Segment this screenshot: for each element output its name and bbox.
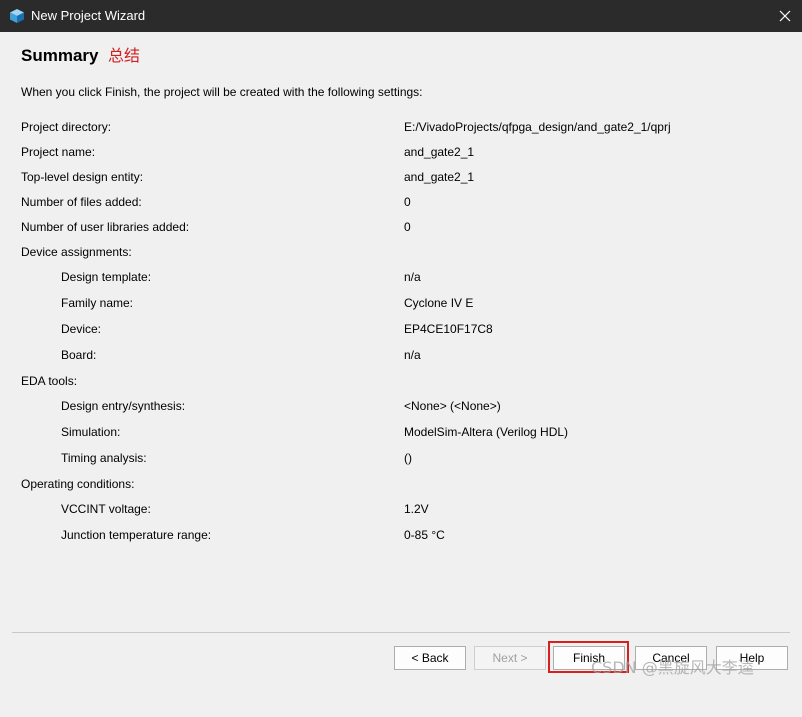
setting-section-eda-tools: EDA tools: (0, 372, 780, 390)
setting-value: n/a (404, 270, 421, 284)
setting-value: () (404, 451, 412, 465)
setting-row-project-directory: Project directory: E:/VivadoProjects/qfp… (0, 118, 780, 136)
setting-value: and_gate2_1 (404, 170, 475, 184)
intro-text: When you click Finish, the project will … (21, 85, 423, 99)
setting-row-board: Board: n/a (0, 346, 780, 364)
wizard-content: Summary 总结 When you click Finish, the pr… (0, 32, 802, 717)
app-cube-icon (10, 9, 24, 23)
setting-row-design-entry: Design entry/synthesis: <None> (<None>) (0, 397, 780, 415)
close-icon[interactable] (775, 6, 795, 26)
window-title: New Project Wizard (31, 8, 146, 23)
setting-row-junction-temperature: Junction temperature range: 0-85 °C (0, 526, 780, 544)
setting-label: Timing analysis: (61, 451, 147, 465)
setting-label: Number of files added: (21, 195, 142, 209)
setting-label: Design entry/synthesis: (61, 399, 186, 413)
setting-row-top-level-entity: Top-level design entity: and_gate2_1 (0, 168, 780, 186)
section-heading: Operating conditions: (21, 477, 135, 491)
setting-label: Simulation: (61, 425, 121, 439)
setting-section-device-assignments: Device assignments: (0, 243, 780, 261)
next-button[interactable]: Next > (474, 646, 546, 670)
finish-highlight-box (548, 641, 629, 673)
setting-row-simulation: Simulation: ModelSim-Altera (Verilog HDL… (0, 423, 780, 441)
setting-value: and_gate2_1 (404, 145, 475, 159)
page-title: Summary (21, 46, 99, 65)
setting-value: n/a (404, 348, 421, 362)
setting-label: VCCINT voltage: (61, 502, 151, 516)
setting-label: Junction temperature range: (61, 528, 212, 542)
setting-value: <None> (<None>) (404, 399, 501, 413)
section-heading: Device assignments: (21, 245, 132, 259)
help-button[interactable]: Help (716, 646, 788, 670)
setting-value: 1.2V (404, 502, 429, 516)
setting-label: Project directory: (21, 120, 112, 134)
setting-section-operating-conditions: Operating conditions: (0, 475, 780, 493)
setting-label: Device: (61, 322, 102, 336)
setting-value: ModelSim-Altera (Verilog HDL) (404, 425, 569, 439)
setting-row-family-name: Family name: Cyclone IV E (0, 294, 780, 312)
setting-value: EP4CE10F17C8 (404, 322, 493, 336)
title-bar: New Project Wizard (0, 0, 802, 32)
setting-value: E:/VivadoProjects/qfpga_design/and_gate2… (404, 120, 671, 134)
page-title-annotation: 总结 (108, 46, 141, 65)
setting-row-files-added: Number of files added: 0 (0, 193, 780, 211)
setting-label: Board: (61, 348, 97, 362)
setting-label: Project name: (21, 145, 96, 159)
setting-label: Top-level design entity: (21, 170, 144, 184)
setting-row-timing-analysis: Timing analysis: () (0, 449, 780, 467)
setting-value: 0-85 °C (404, 528, 445, 542)
setting-label: Family name: (61, 296, 134, 310)
back-button[interactable]: < Back (394, 646, 466, 670)
setting-row-user-libraries: Number of user libraries added: 0 (0, 218, 780, 236)
setting-value: 0 (404, 195, 411, 209)
setting-value: 0 (404, 220, 411, 234)
section-heading: EDA tools: (21, 374, 78, 388)
setting-row-vccint-voltage: VCCINT voltage: 1.2V (0, 500, 780, 518)
setting-value: Cyclone IV E (404, 296, 474, 310)
setting-row-design-template: Design template: n/a (0, 268, 780, 286)
setting-label: Design template: (61, 270, 152, 284)
setting-row-device: Device: EP4CE10F17C8 (0, 320, 780, 338)
cancel-button[interactable]: Cancel (635, 646, 707, 670)
footer-divider (12, 632, 790, 633)
setting-row-project-name: Project name: and_gate2_1 (0, 143, 780, 161)
setting-label: Number of user libraries added: (21, 220, 190, 234)
